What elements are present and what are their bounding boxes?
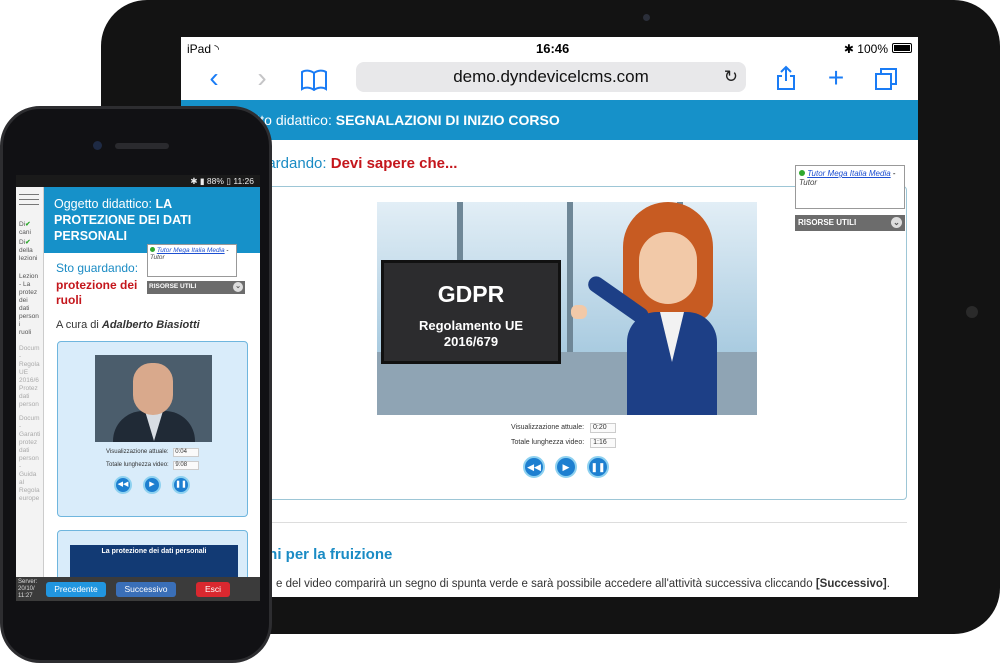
chevron-down-icon: ⌄: [233, 282, 243, 292]
risorse-utili-toggle[interactable]: RISORSE UTILI ⌄: [147, 281, 245, 294]
total-time-row: Totale lunghezza video: 9:08: [106, 461, 200, 470]
check-icon: ✔: [25, 221, 31, 228]
watching-label: Sto guardando:: [56, 261, 139, 275]
next-button[interactable]: Successivo: [116, 582, 176, 597]
current-time-value: 0:04: [173, 448, 200, 457]
tutor-role: Tutor: [150, 254, 165, 261]
chevron-right-icon[interactable]: ›: [247, 63, 277, 93]
lesson-header: ggetto didattico: SEGNALAZIONI DI INIZIO…: [181, 100, 918, 140]
url-text: demo.dyndevicelcms.com: [453, 67, 649, 86]
play-icon[interactable]: ▶: [143, 476, 161, 494]
slide-title: GDPR: [437, 281, 505, 307]
previous-button[interactable]: Precedente: [46, 582, 106, 597]
author-name: Adalberto Biasiotti: [101, 319, 200, 331]
navigation-footer: Server: 20/10/ 11:27 Precedente Successi…: [16, 577, 260, 601]
sidebar-item-1[interactable]: Di✔ cani: [19, 221, 41, 237]
book-icon[interactable]: [299, 67, 329, 97]
sidebar-item-4[interactable]: Docum - Regola UE 2016/6 Protez dati per…: [19, 345, 41, 409]
sidebar-item-3[interactable]: Lezion - La protez dei dati person i ruo…: [19, 273, 41, 337]
address-bar[interactable]: demo.dyndevicelcms.com ↻: [356, 62, 746, 92]
risorse-utili-toggle[interactable]: RISORSE UTILI ⌄: [795, 215, 905, 231]
total-time-row: Totale lunghezza video: 1:16: [511, 438, 617, 448]
speaker-avatar: [133, 363, 173, 415]
instructions-text: e del video comparirà un segno di spunta…: [276, 578, 890, 590]
video-player[interactable]: [95, 355, 212, 442]
rewind-icon[interactable]: ◀◀: [114, 476, 132, 494]
signal-icon: ▮: [199, 176, 205, 186]
lesson-label: Oggetto didattico:: [54, 197, 152, 211]
status-battery: ✱ 100%: [843, 42, 888, 56]
status-time: 16:46: [536, 41, 570, 56]
share-icon[interactable]: [771, 65, 801, 95]
section-divider: [259, 522, 907, 523]
author-line: A cura di Adalberto Biasiotti: [56, 319, 200, 331]
watching-line: uardando: Devi sapere che...: [259, 155, 457, 172]
bluetooth-icon: ✱: [190, 176, 198, 186]
lesson-title: SEGNALAZIONI DI INIZIO CORSO: [335, 112, 560, 128]
iphone-front-camera: [93, 141, 102, 150]
check-icon: ✔: [25, 239, 31, 246]
course-sidebar: Di✔ cani Di✔ della lezioni Lezion - La prot…: [16, 187, 44, 577]
slide-title: La protezione dei dati personali: [101, 548, 207, 555]
sidebar-item-5[interactable]: Docum - Garanti protez dati person - Gui…: [19, 415, 41, 503]
slide-line1: Regolamento UE: [418, 318, 523, 333]
ipad-status-bar: iPad ︎◝ 16:46 ✱ 100%: [181, 37, 918, 59]
pause-icon[interactable]: ❚❚: [587, 456, 609, 478]
safari-toolbar: ‹ › demo.dyndevicelcms.com ↻ +: [181, 59, 918, 99]
tutor-link[interactable]: Tutor Mega Italia Media: [807, 169, 890, 178]
tutor-role: Tutor: [799, 178, 818, 187]
phone-battery: 88%: [206, 176, 224, 186]
device-mockup-stage: iPad ︎◝ 16:46 ✱ 100% ‹ › demo.dyndevicel…: [0, 0, 1000, 663]
current-time-row: Visualizzazione attuale: 0:04: [106, 448, 200, 457]
phone-status-bar: ✱ ▮ 88% ▯ 11:26: [16, 175, 260, 187]
play-icon[interactable]: ▶: [555, 456, 577, 478]
section-title: oni per la fruizione: [259, 546, 393, 563]
watching-title: Devi sapere che...: [330, 155, 458, 172]
server-time: Server: 20/10/ 11:27: [18, 579, 38, 599]
iphone-speaker: [115, 143, 169, 149]
chevron-down-icon: ⌄: [891, 217, 902, 228]
rewind-icon[interactable]: ◀◀: [523, 456, 545, 478]
pause-icon[interactable]: ❚❚: [172, 476, 190, 494]
chevron-left-icon[interactable]: ‹: [199, 63, 229, 93]
tutor-box: Tutor Mega Italia Media - Tutor: [795, 165, 905, 209]
exit-button[interactable]: Esci: [196, 582, 230, 597]
reload-icon[interactable]: ↻: [724, 62, 738, 92]
online-dot-icon: [150, 247, 155, 252]
device-name: iPad ︎◝: [187, 42, 220, 56]
tutor-link[interactable]: Tutor Mega Italia Media: [157, 247, 225, 254]
current-time-row: Visualizzazione attuale: 0:20: [511, 423, 616, 433]
sidebar-item-2[interactable]: Di✔ della lezioni: [19, 239, 41, 263]
online-dot-icon: [799, 170, 805, 176]
ipad-home-button[interactable]: [966, 306, 978, 318]
ipad-camera: [643, 14, 650, 21]
phone-time: 11:26: [233, 176, 254, 186]
iphone-screen: ✱ ▮ 88% ▯ 11:26 Di✔ cani Di✔ della lezioni …: [16, 175, 260, 601]
battery-icon: [892, 43, 912, 53]
total-time-value: 9:08: [173, 461, 200, 470]
video-slide: GDPR Regolamento UE 2016/679: [381, 260, 561, 364]
wifi-icon: ︎◝: [214, 42, 220, 56]
battery-icon: ▯: [226, 176, 231, 186]
tabs-icon[interactable]: [871, 67, 901, 97]
video-player[interactable]: GDPR Regolamento UE 2016/679: [377, 202, 757, 415]
total-time-value: 1:16: [590, 438, 617, 448]
plus-icon[interactable]: +: [821, 63, 851, 93]
ipad-screen: iPad ︎◝ 16:46 ✱ 100% ‹ › demo.dyndevicel…: [181, 37, 918, 597]
menu-icon[interactable]: [19, 190, 39, 210]
video-card: Visualizzazione attuale: 0:04 Totale lun…: [57, 341, 248, 517]
current-time-value: 0:20: [589, 423, 616, 433]
slide-line2: 2016/679: [443, 334, 499, 349]
bluetooth-icon: ✱: [843, 42, 854, 56]
tutor-box: Tutor Mega Italia Media - Tutor: [147, 244, 237, 277]
